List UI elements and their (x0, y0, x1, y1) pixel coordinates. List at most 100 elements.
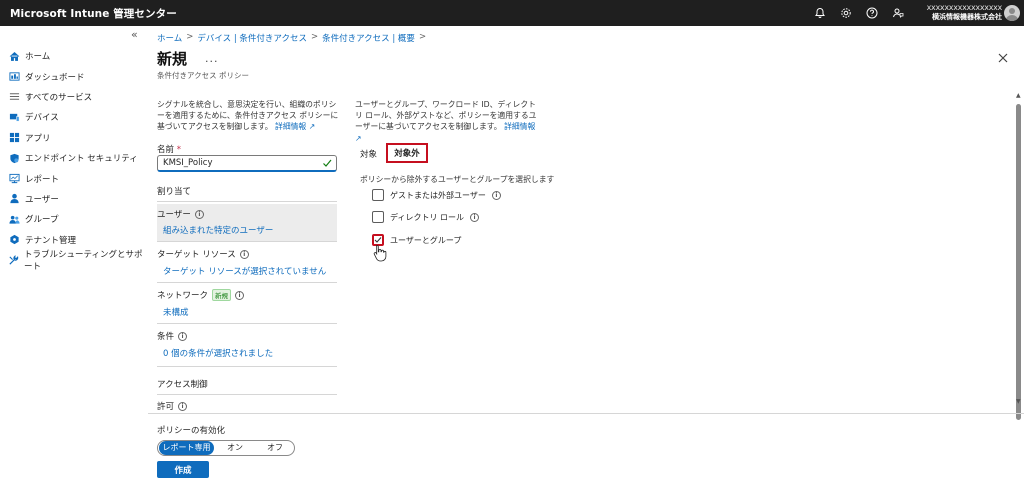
top-bar: Microsoft Intune 管理センター xxxxxxxxxxxxxxxx… (0, 0, 1024, 26)
tenant-icon (8, 234, 20, 246)
guest-external-checkbox[interactable] (372, 189, 384, 201)
enable-policy-toggle: レポート専用 オン オフ (157, 440, 295, 456)
info-icon[interactable]: i (239, 249, 249, 259)
breadcrumb: ホーム > デバイス | 条件付きアクセス > 条件付きアクセス | 概要 > (157, 32, 426, 44)
apps-icon (8, 132, 20, 144)
shield-icon (8, 152, 20, 164)
help-icon[interactable] (866, 7, 878, 19)
dashboard-icon (8, 71, 20, 83)
user-icon (8, 193, 20, 205)
network-link[interactable]: 未構成 (163, 306, 189, 318)
info-icon[interactable]: i (469, 212, 479, 222)
app-title[interactable]: Microsoft Intune 管理センター (0, 6, 177, 21)
hand-cursor-icon (373, 245, 387, 262)
tab-exclude-wrapper: 対象外 (358, 143, 428, 163)
gear-icon[interactable] (840, 7, 852, 19)
sidebar-item-reports[interactable]: レポート (0, 168, 148, 188)
learn-more-link[interactable]: 詳細情報 (275, 122, 306, 131)
breadcrumb-conditional-access-overview[interactable]: 条件付きアクセス | 概要 (322, 32, 415, 44)
assignment-conditions-row[interactable]: 条件 i 0 個の条件が選択されました (157, 326, 337, 363)
more-options-button[interactable]: ... (205, 52, 219, 65)
sidebar-item-users[interactable]: ユーザー (0, 189, 148, 209)
target-link[interactable]: ターゲット リソースが選択されていません (163, 265, 326, 277)
target-title: ターゲット リソース i (157, 248, 249, 260)
tab-exclude[interactable]: 対象外 (386, 143, 428, 163)
divider (157, 394, 337, 395)
collapse-sidebar-button[interactable]: « (131, 28, 138, 41)
sidebar-item-label: アプリ (25, 133, 51, 144)
option-guest-external[interactable]: ゲストまたは外部ユーザー i (372, 189, 501, 201)
sidebar-item-troubleshooting[interactable]: トラブルシューティングとサポート (0, 250, 148, 273)
sidebar-item-label: トラブルシューティングとサポート (24, 250, 143, 273)
on-option[interactable]: オン (214, 441, 256, 455)
access-grant-row[interactable]: 許可 i (157, 398, 337, 412)
assignment-network-row[interactable]: ネットワーク 新規 i 未構成 (157, 285, 337, 322)
checkmark-icon (374, 237, 382, 243)
info-icon[interactable]: i (178, 401, 188, 411)
sidebar-item-label: ユーザー (25, 194, 59, 205)
sidebar-item-label: グループ (25, 215, 59, 226)
conditions-link[interactable]: 0 個の条件が選択されました (163, 347, 273, 359)
sidebar-item-dashboard[interactable]: ダッシュボード (0, 66, 148, 86)
users-description: ユーザーとグループ、ワークロード ID、ディレクトリ ロール、外部ゲストなど、ポ… (355, 100, 537, 143)
info-icon[interactable]: i (178, 331, 188, 341)
page-subtitle: 条件付きアクセス ポリシー (157, 71, 250, 80)
divider (157, 282, 337, 283)
checkmark-icon (323, 159, 332, 167)
sidebar-item-label: エンドポイント セキュリティ (25, 154, 138, 165)
close-button[interactable] (996, 51, 1010, 65)
assignment-users-row[interactable]: ユーザー i 組み込まれた特定のユーザー (157, 204, 337, 241)
sidebar-item-home[interactable]: ホーム (0, 46, 148, 66)
vertical-scrollbar[interactable]: ▲ ▼ (1014, 92, 1024, 420)
create-button[interactable]: 作成 (157, 461, 209, 478)
avatar[interactable] (1004, 5, 1020, 21)
top-icons (814, 0, 904, 26)
sidebar: « ホーム ダッシュボード すべてのサービス デバイス アプリ エンドポイント … (0, 26, 148, 489)
wrench-icon (8, 254, 19, 266)
scroll-down-arrow-icon[interactable]: ▼ (1016, 398, 1021, 405)
user-org: 横浜情報機器株式会社 (932, 13, 1002, 21)
network-title: ネットワーク 新規 i (157, 289, 245, 301)
sidebar-item-endpoint-security[interactable]: エンドポイント セキュリティ (0, 148, 148, 168)
info-icon[interactable]: i (235, 290, 245, 300)
sidebar-item-groups[interactable]: グループ (0, 209, 148, 229)
info-icon[interactable]: i (491, 190, 501, 200)
breadcrumb-separator: > (418, 32, 427, 42)
feedback-icon[interactable] (892, 7, 904, 19)
directory-roles-checkbox[interactable] (372, 211, 384, 223)
sidebar-item-apps[interactable]: アプリ (0, 128, 148, 148)
enable-policy-label: ポリシーの有効化 (157, 426, 226, 436)
breadcrumb-separator: > (310, 32, 319, 42)
breadcrumb-devices-conditional-access[interactable]: デバイス | 条件付きアクセス (197, 32, 307, 44)
scroll-thumb[interactable] (1016, 104, 1021, 420)
list-icon (8, 91, 20, 103)
group-icon (8, 213, 20, 225)
reports-icon (8, 173, 20, 185)
policy-description: シグナルを統合し、意思決定を行い、組織のポリシーを適用するために、条件付きアクセ… (157, 100, 339, 132)
sidebar-item-all-services[interactable]: すべてのサービス (0, 87, 148, 107)
home-icon (8, 50, 20, 62)
report-only-option[interactable]: レポート専用 (159, 441, 214, 455)
scroll-up-arrow-icon[interactable]: ▲ (1016, 92, 1021, 99)
grant-title: 許可 i (157, 400, 188, 412)
sidebar-item-devices[interactable]: デバイス (0, 107, 148, 127)
bell-icon[interactable] (814, 7, 826, 19)
sidebar-item-tenant-admin[interactable]: テナント管理 (0, 230, 148, 250)
info-icon[interactable]: i (194, 209, 204, 219)
users-link[interactable]: 組み込まれた特定のユーザー (163, 224, 273, 236)
footer-divider (148, 413, 1024, 414)
sidebar-nav: ホーム ダッシュボード すべてのサービス デバイス アプリ エンドポイント セキ… (0, 46, 148, 273)
policy-name-input[interactable]: KMSI_Policy (157, 155, 337, 172)
new-badge: 新規 (212, 289, 232, 301)
option-directory-roles[interactable]: ディレクトリ ロール i (372, 211, 479, 223)
required-mark: * (176, 145, 181, 155)
divider (157, 241, 337, 242)
learn-more-link[interactable]: 詳細情報 (504, 122, 535, 131)
off-option[interactable]: オフ (256, 441, 294, 455)
divider (157, 201, 337, 202)
account-info[interactable]: xxxxxxxxxxxxxxxxx 横浜情報機器株式会社 (906, 3, 1003, 22)
external-link-icon: ↗ (355, 133, 362, 143)
external-link-icon: ↗ (308, 122, 316, 132)
breadcrumb-home[interactable]: ホーム (157, 32, 182, 44)
assignment-target-row[interactable]: ターゲット リソース i ターゲット リソースが選択されていません (157, 244, 337, 281)
